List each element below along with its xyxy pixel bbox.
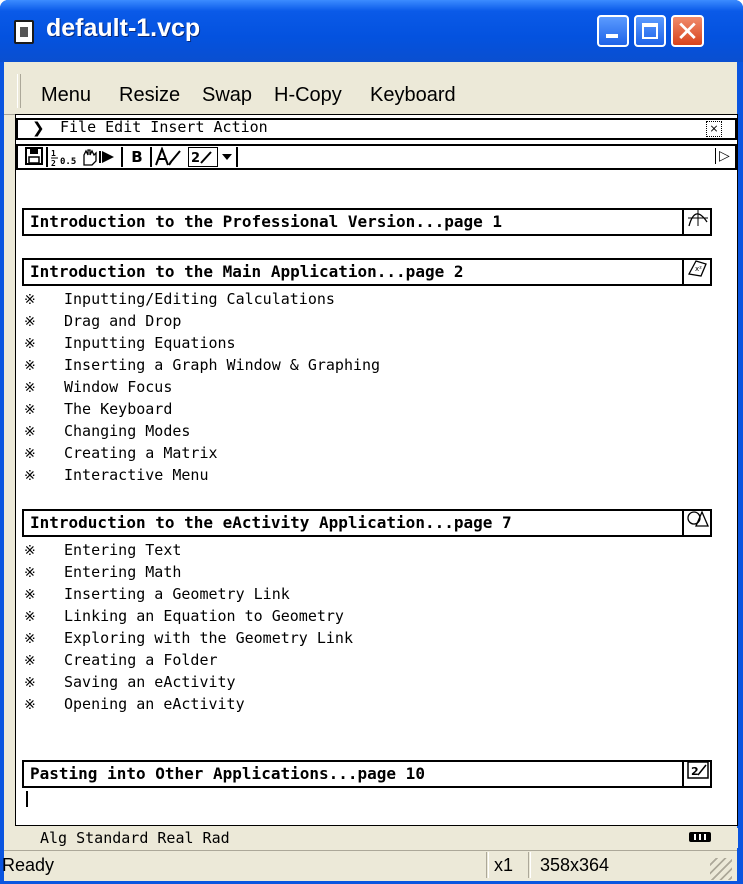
status-bar bbox=[4, 850, 737, 881]
section-title: Introduction to the eActivity Applicatio… bbox=[30, 513, 512, 532]
fraction-decimal-icon[interactable]: 1 2 0.5 bbox=[50, 147, 76, 168]
eactivity-icon[interactable]: 2 bbox=[682, 760, 712, 788]
list-item[interactable]: ※ Creating a Folder bbox=[24, 651, 218, 669]
toolbar-separator bbox=[121, 147, 123, 167]
graph-icon[interactable] bbox=[682, 208, 712, 236]
section-title: Introduction to the Professional Version… bbox=[30, 212, 503, 231]
hand-stop-icon[interactable] bbox=[80, 147, 118, 167]
list-item[interactable]: ※ Entering Text bbox=[24, 541, 181, 559]
resize-grip-icon[interactable] bbox=[710, 858, 732, 880]
list-item[interactable]: ※ Creating a Matrix bbox=[24, 444, 218, 462]
close-icon: ✕ bbox=[675, 15, 700, 48]
section-title: Introduction to the Main Application...p… bbox=[30, 262, 464, 281]
edit-stroke-icon[interactable]: 2 bbox=[188, 147, 218, 167]
section-title: Pasting into Other Applications...page 1… bbox=[30, 764, 425, 783]
minimize-icon bbox=[606, 34, 618, 38]
battery-icon bbox=[689, 832, 711, 842]
section-header-professional[interactable]: Introduction to the Professional Version… bbox=[22, 208, 712, 236]
toolbar-separator bbox=[236, 147, 238, 167]
svg-text:2: 2 bbox=[691, 765, 699, 778]
bullet-icon: ※ bbox=[24, 631, 36, 647]
list-item[interactable]: ※ Entering Math bbox=[24, 563, 181, 581]
list-item[interactable]: ※ Interactive Menu bbox=[24, 466, 209, 484]
menu-item-keyboard[interactable]: Keyboard bbox=[370, 84, 456, 107]
svg-text:2: 2 bbox=[51, 159, 56, 167]
status-separator bbox=[528, 852, 531, 878]
bullet-icon: ※ bbox=[24, 653, 36, 669]
list-item[interactable]: ※ Window Focus bbox=[24, 378, 172, 396]
text-cursor bbox=[26, 791, 28, 807]
menu-item-resize[interactable]: Resize bbox=[119, 84, 180, 107]
text-style-icon[interactable] bbox=[154, 146, 184, 167]
geometry-icon[interactable] bbox=[682, 509, 712, 537]
screen-size: 358x364 bbox=[540, 855, 610, 875]
svg-text:0.5: 0.5 bbox=[60, 157, 76, 167]
command-bar-menus[interactable]: File Edit Insert Action bbox=[60, 118, 268, 136]
svg-text:2: 2 bbox=[191, 151, 200, 166]
command-bar-close-button[interactable]: ⨯ bbox=[706, 121, 722, 137]
bullet-icon: ※ bbox=[24, 402, 36, 418]
list-item[interactable]: ※ Inputting Equations bbox=[24, 334, 236, 352]
list-item[interactable]: ※ Inserting a Geometry Link bbox=[24, 585, 290, 603]
bullet-icon: ※ bbox=[24, 336, 36, 352]
menu-item-menu[interactable]: Menu bbox=[41, 84, 91, 107]
bold-button[interactable]: B bbox=[128, 147, 146, 167]
list-item[interactable]: ※ Changing Modes bbox=[24, 422, 190, 440]
bullet-icon: ※ bbox=[24, 358, 36, 374]
toolbar-separator bbox=[150, 147, 152, 167]
list-item[interactable]: ※ Saving an eActivity bbox=[24, 673, 236, 691]
list-item[interactable]: ※ Drag and Drop bbox=[24, 312, 181, 330]
bullet-icon: ※ bbox=[24, 468, 36, 484]
list-item[interactable]: ※ Linking an Equation to Geometry bbox=[24, 607, 344, 625]
list-item[interactable]: ※ Inputting/Editing Calculations bbox=[24, 290, 335, 308]
chevron-down-icon[interactable]: ❯ bbox=[32, 119, 45, 137]
toolbar-separator bbox=[46, 147, 48, 167]
bullet-icon: ※ bbox=[24, 446, 36, 462]
maximize-button[interactable] bbox=[634, 15, 666, 47]
save-icon[interactable] bbox=[24, 147, 44, 167]
toolbar-dropdown-icon[interactable] bbox=[220, 147, 234, 167]
bullet-icon: ※ bbox=[24, 565, 36, 581]
bullet-icon: ※ bbox=[24, 609, 36, 625]
list-item[interactable]: ※ Opening an eActivity bbox=[24, 695, 245, 713]
list-item[interactable]: ※ The Keyboard bbox=[24, 400, 172, 418]
zoom-level: x1 bbox=[494, 855, 514, 875]
list-item[interactable]: ※ Exploring with the Geometry Link bbox=[24, 629, 353, 647]
menu-item-hcopy[interactable]: H-Copy bbox=[274, 84, 342, 107]
bullet-icon: ※ bbox=[24, 314, 36, 330]
svg-text:1: 1 bbox=[51, 149, 56, 158]
toolbar-scroll-right-icon[interactable]: ▷ bbox=[715, 148, 730, 164]
mode-status[interactable]: Alg Standard Real Rad bbox=[40, 829, 230, 847]
maximize-icon bbox=[642, 23, 658, 39]
bullet-icon: ※ bbox=[24, 380, 36, 396]
status-text: Ready bbox=[2, 855, 55, 875]
menubar-grip[interactable] bbox=[17, 74, 21, 108]
toolbar bbox=[16, 144, 737, 170]
section-header-pasting[interactable]: Pasting into Other Applications...page 1… bbox=[22, 760, 712, 788]
bullet-icon: ※ bbox=[24, 587, 36, 603]
bullet-icon: ※ bbox=[24, 424, 36, 440]
window-title: default-1.vcp bbox=[46, 14, 201, 42]
status-separator bbox=[486, 852, 489, 878]
menu-item-swap[interactable]: Swap bbox=[202, 84, 252, 107]
document-icon bbox=[14, 20, 34, 44]
minimize-button[interactable] bbox=[597, 15, 629, 47]
bullet-icon: ※ bbox=[24, 543, 36, 559]
section-header-eactivity[interactable]: Introduction to the eActivity Applicatio… bbox=[22, 509, 712, 537]
title-bar[interactable]: default-1.vcp ✕ bbox=[0, 0, 743, 62]
bullet-icon: ※ bbox=[24, 697, 36, 713]
main-app-icon[interactable]: x² bbox=[682, 258, 712, 286]
list-item[interactable]: ※ Inserting a Graph Window & Graphing bbox=[24, 356, 380, 374]
bullet-icon: ※ bbox=[24, 675, 36, 691]
bullet-icon: ※ bbox=[24, 292, 36, 308]
close-button[interactable]: ✕ bbox=[671, 15, 704, 48]
section-header-main-application[interactable]: Introduction to the Main Application...p… bbox=[22, 258, 712, 286]
svg-text:x²: x² bbox=[695, 265, 702, 273]
